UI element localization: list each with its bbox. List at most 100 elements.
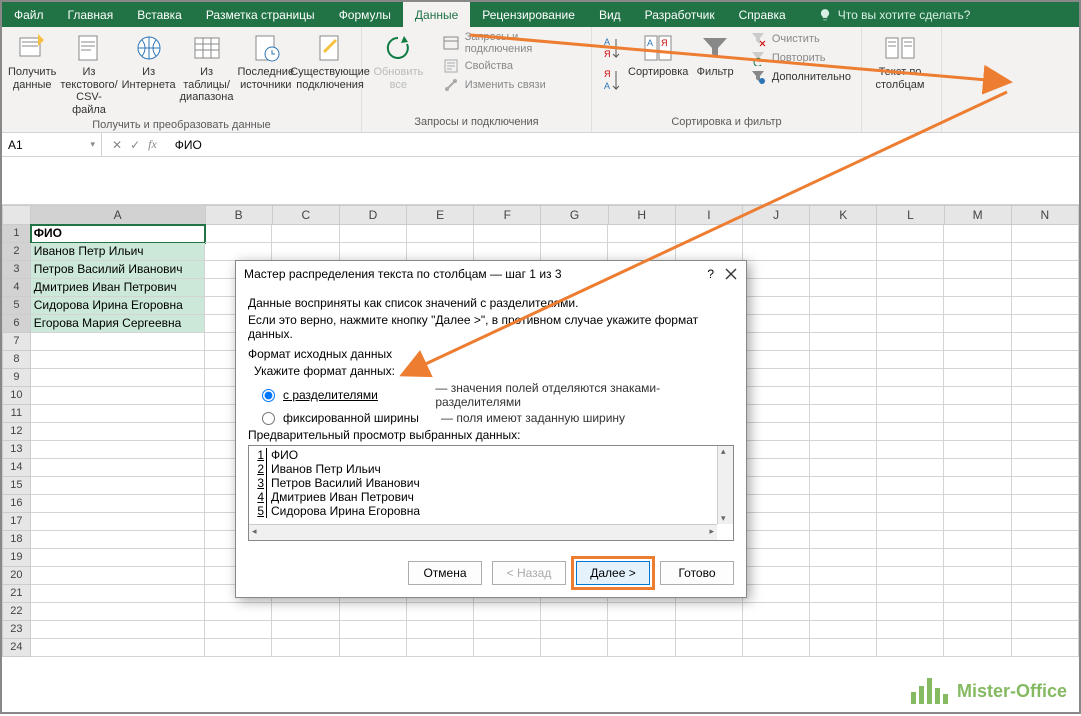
cell[interactable] (810, 333, 877, 351)
cell[interactable] (944, 405, 1011, 423)
cell[interactable] (31, 549, 205, 567)
cell[interactable] (31, 531, 205, 549)
cell[interactable] (810, 279, 877, 297)
cell[interactable] (743, 567, 810, 585)
cell[interactable] (743, 297, 810, 315)
cell[interactable] (1012, 279, 1079, 297)
cell[interactable] (474, 639, 541, 657)
cell[interactable] (541, 225, 608, 243)
cell[interactable] (810, 477, 877, 495)
row-header[interactable]: 6 (2, 315, 31, 333)
cell[interactable] (810, 243, 877, 261)
cell[interactable] (944, 351, 1011, 369)
cell[interactable] (944, 297, 1011, 315)
cell[interactable] (205, 225, 272, 243)
col-header[interactable]: B (206, 205, 273, 225)
cell[interactable] (810, 423, 877, 441)
filter-button[interactable]: Фильтр (692, 30, 737, 79)
sort-button[interactable]: АЯСортировка (628, 30, 688, 79)
cell[interactable] (31, 639, 205, 657)
row-header[interactable]: 8 (2, 351, 31, 369)
cell[interactable] (1012, 459, 1079, 477)
cell[interactable] (1012, 315, 1079, 333)
cell[interactable] (743, 387, 810, 405)
cell[interactable] (31, 495, 205, 513)
cell[interactable]: Петров Василий Иванович (31, 261, 205, 279)
cell[interactable] (407, 225, 474, 243)
cell[interactable] (944, 639, 1011, 657)
cell[interactable] (810, 297, 877, 315)
cell[interactable] (205, 639, 272, 657)
cell[interactable] (31, 477, 205, 495)
cell[interactable] (877, 261, 944, 279)
cell[interactable] (31, 387, 205, 405)
cell[interactable] (407, 603, 474, 621)
cell[interactable] (541, 621, 608, 639)
cell[interactable] (944, 531, 1011, 549)
cell[interactable] (810, 261, 877, 279)
cancel-icon[interactable]: ✕ (112, 138, 122, 152)
tab-file[interactable]: Файл (2, 2, 56, 27)
cell[interactable] (810, 369, 877, 387)
edit-links-button[interactable]: Изменить связи (439, 76, 585, 94)
radio-delimited[interactable] (262, 389, 275, 402)
queries-button[interactable]: Запросы и подключения (439, 30, 585, 56)
recent-sources-button[interactable]: Последние источники (237, 30, 294, 91)
refresh-all-button[interactable]: Обновить все (368, 30, 429, 91)
cell[interactable] (474, 243, 541, 261)
cell[interactable] (1012, 333, 1079, 351)
cell[interactable] (541, 243, 608, 261)
cell[interactable] (944, 225, 1011, 243)
cell[interactable] (743, 243, 810, 261)
cell[interactable] (31, 405, 205, 423)
radio-label[interactable]: с разделителями (283, 388, 427, 402)
fx-icon[interactable]: fx (148, 137, 157, 152)
cell[interactable] (31, 621, 205, 639)
check-icon[interactable]: ✓ (130, 138, 140, 152)
row-header[interactable]: 3 (2, 261, 31, 279)
tab-review[interactable]: Рецензирование (470, 2, 587, 27)
cell[interactable] (474, 621, 541, 639)
cell[interactable] (743, 333, 810, 351)
cell[interactable] (1012, 243, 1079, 261)
cell[interactable] (810, 405, 877, 423)
cell[interactable] (272, 639, 339, 657)
cell[interactable] (205, 621, 272, 639)
cell[interactable] (676, 243, 743, 261)
cell[interactable]: Егорова Мария Сергеевна (31, 315, 205, 333)
cell[interactable] (944, 549, 1011, 567)
cell[interactable] (676, 621, 743, 639)
col-header[interactable]: K (810, 205, 877, 225)
tab-developer[interactable]: Разработчик (633, 2, 727, 27)
cell[interactable] (1012, 513, 1079, 531)
scrollbar-horizontal[interactable] (249, 524, 717, 540)
cell[interactable] (810, 441, 877, 459)
cell[interactable] (944, 243, 1011, 261)
cell[interactable] (676, 639, 743, 657)
cell[interactable] (743, 477, 810, 495)
cell[interactable]: ФИО (31, 225, 205, 243)
cell[interactable] (743, 639, 810, 657)
cell[interactable] (1012, 261, 1079, 279)
cell[interactable] (608, 621, 675, 639)
cell[interactable] (743, 351, 810, 369)
row-header[interactable]: 11 (2, 405, 31, 423)
cell[interactable] (810, 531, 877, 549)
formula-input[interactable]: ФИО (167, 138, 1079, 152)
row-header[interactable]: 16 (2, 495, 31, 513)
reapply-filter-button[interactable]: Повторить (746, 49, 855, 67)
cell[interactable] (877, 405, 944, 423)
sort-az-button[interactable]: АЯ (598, 34, 624, 64)
cell[interactable] (407, 621, 474, 639)
cell[interactable] (272, 243, 339, 261)
cell[interactable] (743, 261, 810, 279)
cell[interactable] (877, 567, 944, 585)
clear-filter-button[interactable]: Очистить (746, 30, 855, 48)
row-header[interactable]: 2 (2, 243, 31, 261)
next-button[interactable]: Далее > (576, 561, 650, 585)
row-header[interactable]: 4 (2, 279, 31, 297)
cell[interactable] (541, 639, 608, 657)
back-button[interactable]: < Назад (492, 561, 566, 585)
cell[interactable] (31, 423, 205, 441)
cell[interactable] (877, 603, 944, 621)
